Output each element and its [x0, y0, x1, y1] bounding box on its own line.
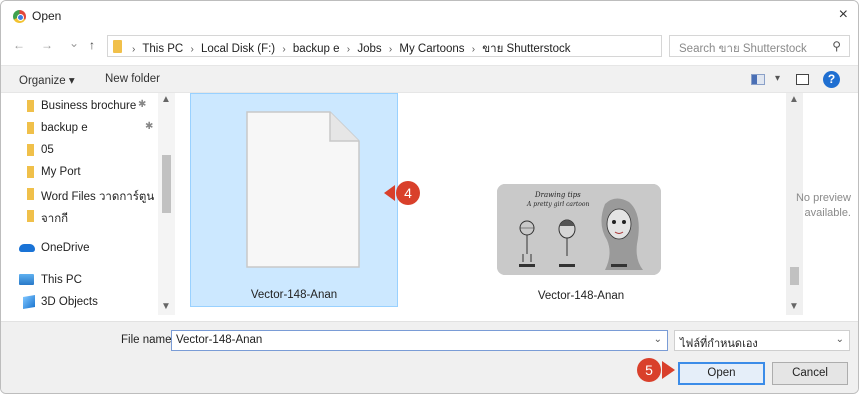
change-view-icon[interactable]: [751, 74, 765, 85]
breadcrumb-item[interactable]: This PC: [142, 43, 183, 55]
sidebar-item-label: OneDrive: [41, 242, 90, 254]
svg-text:Drawing tips: Drawing tips: [534, 191, 581, 199]
scroll-down-icon[interactable]: ▼: [789, 301, 799, 312]
preview-line: No preview: [795, 192, 851, 204]
step-4-badge: 4: [396, 181, 420, 205]
sidebar-item-label: This PC: [41, 274, 82, 286]
file-type-select[interactable]: ไฟล์ที่กำหนดเอง ⌄: [674, 330, 850, 351]
up-arrow-icon[interactable]: ↑: [89, 38, 95, 52]
chrome-app-icon: [13, 10, 26, 23]
new-folder-button[interactable]: New folder: [105, 73, 160, 85]
navigation-scrollbar[interactable]: ▲ ▼: [158, 93, 175, 315]
scrollbar-thumb[interactable]: [790, 267, 799, 285]
scrollbar-thumb[interactable]: [162, 155, 171, 213]
svg-text:A pretty girl cartoon: A pretty girl cartoon: [526, 201, 590, 208]
help-icon[interactable]: ?: [823, 71, 840, 88]
computer-icon: [19, 274, 34, 285]
open-button[interactable]: Open: [678, 362, 765, 385]
breadcrumb-item[interactable]: My Cartoons: [399, 43, 464, 55]
breadcrumb-item[interactable]: ขาย Shutterstock: [482, 43, 570, 55]
pin-icon: ✱: [145, 121, 154, 132]
folder-icon: [27, 166, 34, 178]
folder-icon: [27, 188, 34, 200]
title-bar: Open ×: [1, 1, 858, 31]
breadcrumb-item[interactable]: Jobs: [357, 43, 381, 55]
chevron-down-icon[interactable]: ⌄: [836, 334, 844, 345]
command-bar: Organize ▾ New folder ▾ ?: [1, 65, 858, 93]
file-list: Vector-148-Anan Vector-148-Anan Drawing …: [177, 93, 788, 315]
sidebar-item-label: My Port: [41, 166, 81, 178]
sidebar-item-label: Business brochure: [41, 100, 137, 112]
cartoon-thumbnail-image: Drawing tips A pretty girl cartoon: [497, 184, 661, 275]
pin-icon: ✱: [138, 99, 147, 110]
folder-icon: [113, 40, 122, 53]
back-arrow-icon[interactable]: ←: [13, 38, 25, 52]
folder-icon: [27, 100, 34, 112]
callout-arrow-4: [384, 185, 395, 201]
sidebar-item-label: จากกี: [41, 213, 69, 225]
file-item-selected[interactable]: Vector-148-Anan: [190, 93, 398, 307]
scroll-up-icon[interactable]: ▲: [161, 94, 171, 105]
sidebar-item-label: 05: [41, 144, 54, 156]
chevron-right-icon: ›: [190, 44, 194, 55]
file-name-bar: File name: Vector-148-Anan ⌄ ไฟล์ที่กำหน…: [1, 321, 858, 393]
address-bar[interactable]: › This PC › Local Disk (F:) › backup e ›…: [107, 35, 761, 58]
search-icon[interactable]: ⚲: [832, 39, 841, 53]
sidebar-item-label: 3D Objects: [41, 296, 98, 308]
file-name-label: Vector-148-Anan: [537, 290, 625, 302]
preview-pane-icon[interactable]: [796, 74, 809, 85]
forward-arrow-icon[interactable]: →: [41, 38, 53, 52]
sidebar-item-label: Word Files วาดการ์ตูน: [41, 191, 155, 203]
cloud-icon: [19, 244, 35, 252]
chevron-right-icon: ›: [346, 44, 351, 55]
breadcrumb-item[interactable]: backup e: [293, 43, 340, 55]
document-icon: [246, 111, 360, 268]
close-button[interactable]: ×: [839, 6, 848, 24]
scroll-up-icon[interactable]: ▲: [789, 94, 799, 105]
chevron-right-icon: ›: [132, 44, 136, 55]
folder-icon: [27, 122, 34, 134]
chevron-right-icon: ›: [282, 44, 286, 55]
preview-pane-message: No preview available.: [791, 191, 851, 221]
breadcrumb: › This PC › Local Disk (F:) › backup e ›…: [128, 40, 570, 58]
image-thumbnail[interactable]: Drawing tips A pretty girl cartoon: [497, 184, 661, 275]
dialog-title: Open: [32, 9, 62, 23]
search-placeholder: Search ขาย Shutterstock: [679, 43, 807, 55]
file-name-value: Vector-148-Anan: [176, 334, 263, 346]
recent-locations-icon[interactable]: ⌄: [69, 36, 79, 50]
file-type-value: ไฟล์ที่กำหนดเอง: [680, 338, 758, 350]
navigation-bar: ← → ⌄ ↑ › This PC › Local Disk (F:) › ba…: [1, 33, 858, 59]
3d-objects-icon: [23, 294, 35, 310]
chevron-down-icon[interactable]: ▾: [775, 73, 780, 84]
sidebar-item-label: backup e: [41, 122, 88, 134]
search-input[interactable]: Search ขาย Shutterstock ⚲: [669, 35, 850, 57]
folder-icon: [27, 210, 34, 222]
preview-line: available.: [804, 207, 851, 219]
chevron-right-icon: ›: [471, 44, 476, 55]
cancel-button[interactable]: Cancel: [772, 362, 848, 385]
file-name-field[interactable]: Vector-148-Anan ⌄: [171, 330, 668, 351]
chevron-right-icon: ›: [388, 44, 393, 55]
callout-arrow-5: [662, 361, 675, 379]
breadcrumb-item[interactable]: Local Disk (F:): [201, 43, 275, 55]
scroll-down-icon[interactable]: ▼: [161, 301, 171, 312]
file-name-label: File name:: [121, 334, 175, 346]
chevron-down-icon[interactable]: ⌄: [654, 334, 662, 345]
file-name-label: Vector-148-Anan: [250, 289, 338, 301]
step-5-badge: 5: [637, 358, 661, 382]
open-dialog: Open × ← → ⌄ ↑ › This PC › Local Disk (F…: [0, 0, 859, 394]
folder-icon: [27, 144, 34, 156]
navigation-pane: Business brochure ✱ backup e ✱ 05 My Por…: [13, 93, 176, 315]
organize-button[interactable]: Organize ▾: [19, 73, 75, 87]
